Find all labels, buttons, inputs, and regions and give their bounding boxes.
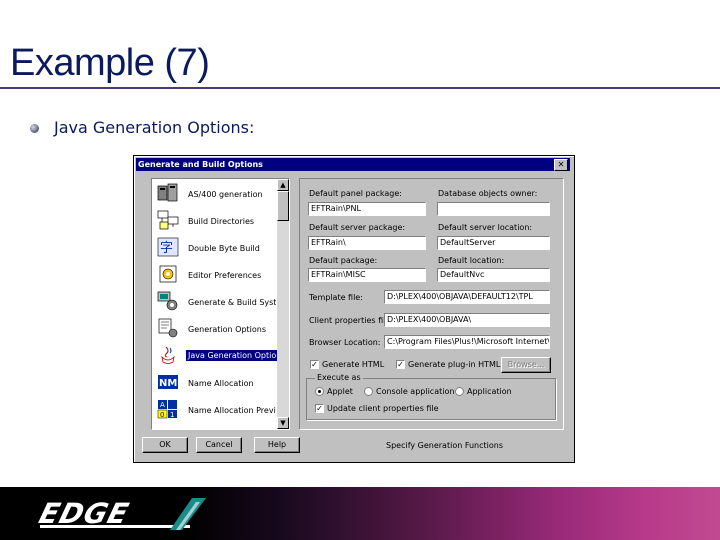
database-objects-owner-input[interactable] [437, 202, 550, 216]
build-directories-icon [157, 210, 179, 230]
list-item-label: Name Allocation [188, 379, 254, 388]
options-list: AS/400 generation Build Directories 字 Do… [151, 178, 290, 430]
slide-title: Example (7) [10, 42, 210, 84]
template-file-input[interactable]: D:\PLEX\400\OBJAVA\DEFAULT12\TPL [384, 290, 550, 304]
help-button[interactable]: Help [254, 437, 300, 453]
execute-as-group: Execute as Applet Console application Ap… [306, 373, 556, 420]
template-file-label: Template file: [309, 293, 363, 302]
list-item-label: Java Generation Options [186, 350, 278, 361]
dialog-titlebar[interactable]: Generate and Build Options ✕ [136, 158, 570, 171]
scroll-thumb[interactable] [277, 191, 289, 221]
list-item-label: Generation Options [188, 325, 267, 334]
browser-location-input[interactable]: C:\Program Files\Plus!\Microsoft Interne… [384, 335, 550, 349]
default-panel-package-input[interactable]: EFTRain\PNL [308, 202, 426, 216]
default-server-package-label: Default server package: [309, 223, 406, 232]
list-item-label: Name Allocation Preview [188, 406, 276, 415]
java-icon [161, 346, 175, 364]
list-item-label: AS/400 generation [188, 190, 263, 199]
application-radio[interactable] [455, 387, 464, 396]
cancel-button[interactable]: Cancel [196, 437, 242, 453]
svg-text:A: A [160, 401, 165, 409]
generate-plugin-html-label: Generate plug-in HTML [408, 360, 501, 369]
editor-preferences-icon [159, 265, 177, 283]
database-objects-owner-label: Database objects owner: [438, 189, 538, 198]
name-allocation-preview-icon: A 0 1 [157, 400, 177, 419]
client-properties-file-label: Client properties file: [309, 316, 393, 325]
default-server-location-label: Default server location: [438, 223, 533, 232]
dialog-title: Generate and Build Options [138, 160, 263, 169]
execute-as-title: Execute as [315, 373, 363, 382]
list-item-name-allocation-preview[interactable]: A 01 Name Allocation Preview [154, 397, 276, 423]
list-item-label: Double Byte Build [188, 244, 260, 253]
list-item-generation-options[interactable]: Generation Options [154, 316, 274, 342]
console-application-label: Console application [376, 387, 455, 396]
ok-button[interactable]: OK [142, 437, 188, 453]
default-location-label: Default location: [438, 256, 505, 265]
close-button[interactable]: ✕ [554, 159, 568, 171]
browse-button[interactable]: Browse... [501, 357, 551, 373]
default-server-location-input[interactable]: DefaultServer [437, 236, 550, 250]
list-item-generate-build-system[interactable]: Generate & Build System [154, 289, 276, 315]
default-panel-package-label: Default panel package: [309, 189, 402, 198]
list-item-name-allocation[interactable]: NM Name Allocation [154, 370, 274, 396]
application-label: Application [467, 387, 512, 396]
svg-text:1: 1 [170, 411, 174, 419]
title-divider [0, 87, 720, 89]
default-server-package-input[interactable]: EFTRain\ [308, 236, 426, 250]
list-item-label: Build Directories [188, 217, 255, 226]
bullet-icon [30, 124, 39, 133]
generate-plugin-html-checkbox[interactable]: ✓ [396, 360, 405, 369]
list-item-editor-preferences[interactable]: Editor Preferences [154, 262, 274, 288]
list-item-double-byte-build[interactable]: 字 Double Byte Build [154, 235, 274, 261]
update-client-properties-label: Update client properties file [327, 404, 439, 413]
double-byte-icon: 字 [157, 237, 179, 257]
name-allocation-icon: NM [158, 375, 178, 389]
list-item-java-generation-options[interactable]: Java Generation Options [154, 343, 278, 369]
console-application-radio[interactable] [364, 387, 373, 396]
generate-html-checkbox[interactable]: ✓ [310, 360, 319, 369]
generation-options-icon [158, 318, 178, 338]
close-icon: ✕ [557, 160, 565, 169]
generate-html-label: Generate HTML [322, 360, 385, 369]
scroll-up-icon[interactable]: ▲ [277, 179, 289, 191]
svg-text:字: 字 [160, 241, 173, 256]
generate-build-system-icon [157, 291, 178, 311]
browser-location-label: Browser Location: [309, 338, 381, 347]
applet-radio[interactable] [315, 387, 324, 396]
scroll-down-icon[interactable]: ▼ [277, 417, 289, 429]
default-location-input[interactable]: DefaultNvc [437, 268, 550, 282]
bullet-text: Java Generation Options: [54, 118, 255, 137]
list-item-label: Editor Preferences [188, 271, 262, 280]
list-item-label: Generate & Build System [188, 298, 276, 307]
list-scrollbar[interactable]: ▲ ▼ [277, 179, 289, 429]
list-item-as400-generation[interactable]: AS/400 generation [154, 181, 274, 207]
edge-swoosh-icon [170, 498, 206, 530]
applet-label: Applet [327, 387, 353, 396]
svg-text:NM: NM [159, 378, 177, 389]
default-package-label: Default package: [309, 256, 378, 265]
svg-text:0: 0 [160, 411, 164, 419]
generate-build-options-dialog: Generate and Build Options ✕ AS/400 gene… [133, 155, 575, 463]
update-client-properties-checkbox[interactable]: ✓ [315, 404, 324, 413]
status-text: Specify Generation Functions [386, 441, 504, 450]
default-package-input[interactable]: EFTRain\MISC [308, 268, 426, 282]
as400-icon [157, 183, 178, 202]
client-properties-file-input[interactable]: D:\PLEX\400\OBJAVA\ [384, 313, 550, 327]
list-item-build-directories[interactable]: Build Directories [154, 208, 274, 234]
